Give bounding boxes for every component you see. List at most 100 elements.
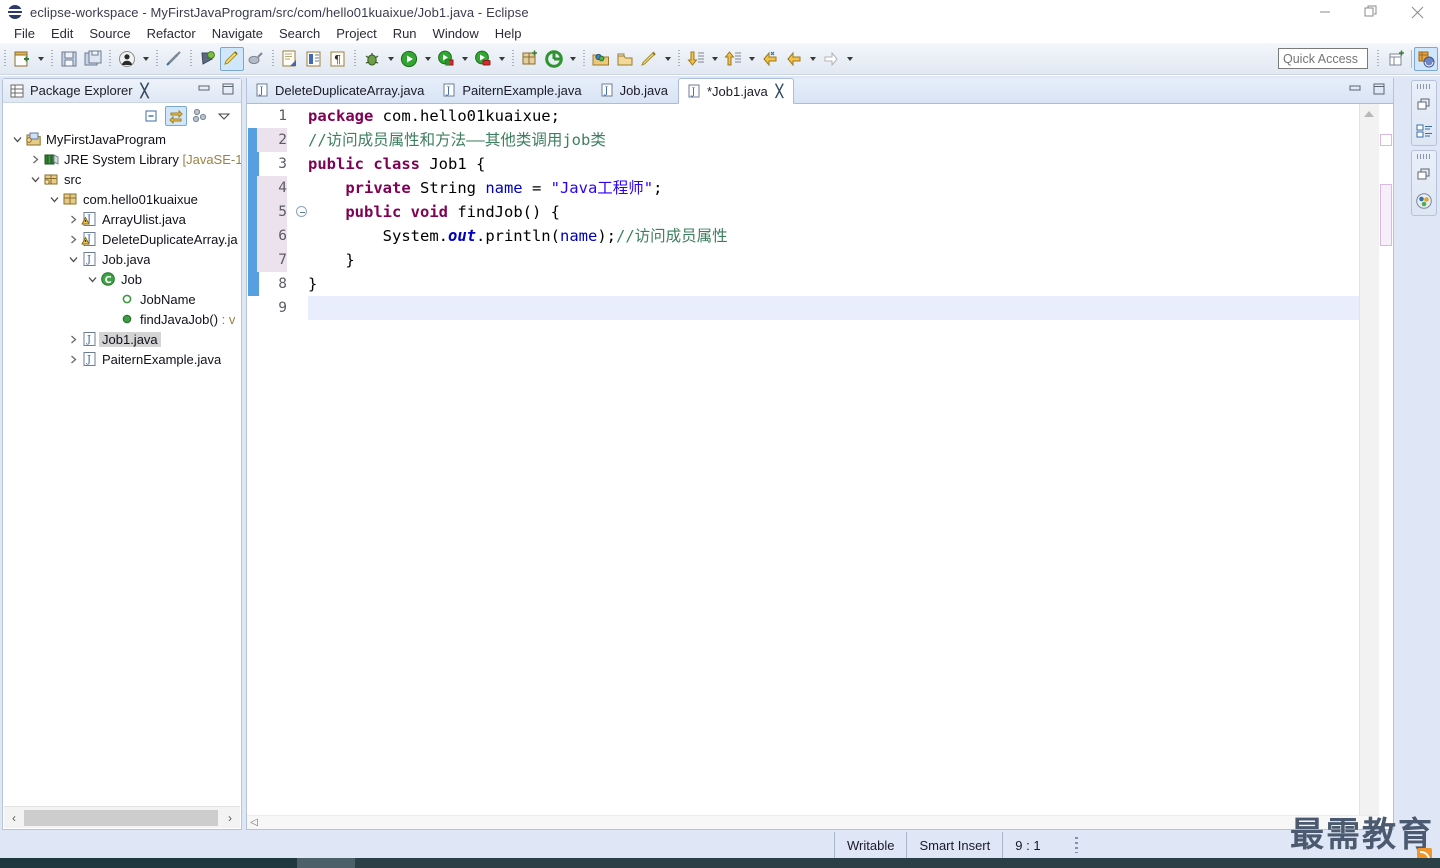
task-list-icon[interactable] xyxy=(1413,190,1435,212)
tree-item-job-class[interactable]: C Job xyxy=(3,269,241,289)
source-editor[interactable]: 1 2 3 4 5 6 7 8 9 package com.hello01kua… xyxy=(247,104,1393,829)
vscroll-marker[interactable] xyxy=(1380,134,1392,146)
drag-handle[interactable] xyxy=(1417,84,1431,89)
close-icon[interactable]: ╳ xyxy=(776,84,783,98)
previous-annotation-dropdown-icon[interactable] xyxy=(745,47,758,71)
link-with-editor-icon[interactable] xyxy=(165,105,187,126)
back-history-icon[interactable] xyxy=(758,47,782,71)
menu-window[interactable]: Window xyxy=(425,25,487,43)
status-resize-grip[interactable] xyxy=(1074,837,1078,853)
java-perspective-icon[interactable] xyxy=(1414,47,1438,71)
restore-icon[interactable] xyxy=(1413,164,1435,186)
maximize-restore-button[interactable] xyxy=(1348,0,1394,24)
hscroll-thumb[interactable] xyxy=(24,809,218,826)
fold-collapse-icon[interactable] xyxy=(296,206,307,217)
minimize-editor-icon[interactable] xyxy=(1348,83,1362,98)
chevron-down-icon[interactable] xyxy=(27,169,43,189)
chevron-down-icon[interactable] xyxy=(84,269,100,289)
open-box-icon[interactable] xyxy=(613,47,637,71)
scroll-left-icon[interactable]: ◁ xyxy=(247,817,261,828)
menu-source[interactable]: Source xyxy=(81,25,138,43)
project-tree[interactable]: MyFirstJavaProgram JRE System Library [J… xyxy=(3,129,241,793)
new-java-file-icon[interactable] xyxy=(278,47,302,71)
minimize-view-icon[interactable] xyxy=(197,83,211,98)
drag-handle[interactable] xyxy=(1417,154,1431,159)
new-perspective-icon[interactable] xyxy=(1385,47,1409,71)
person-dropdown-icon[interactable] xyxy=(139,47,152,71)
restore-icon[interactable] xyxy=(1413,94,1435,116)
pencil-gold-icon[interactable] xyxy=(637,47,661,71)
menu-help[interactable]: Help xyxy=(487,25,530,43)
menu-edit[interactable]: Edit xyxy=(43,25,81,43)
collapse-all-icon[interactable] xyxy=(141,106,163,126)
view-menu-icon[interactable] xyxy=(213,106,235,126)
save-icon[interactable] xyxy=(57,47,81,71)
chevron-down-icon[interactable] xyxy=(65,249,81,269)
tree-item-paiternexample-java[interactable]: J PaiternExample.java xyxy=(3,349,241,369)
view-menu-hierarchy-icon[interactable] xyxy=(189,106,211,126)
open-type-dropdown-icon[interactable] xyxy=(566,47,579,71)
package-explorer-hscrollbar[interactable]: ‹ › xyxy=(4,806,240,828)
run-dropdown-icon[interactable] xyxy=(421,47,434,71)
hscroll-track[interactable] xyxy=(24,809,220,826)
tree-item-arrayulist[interactable]: J ArrayUlist.java xyxy=(3,209,241,229)
save-all-icon[interactable] xyxy=(81,47,105,71)
editor-hscrollbar[interactable]: ◁ xyxy=(247,815,1379,829)
tree-item-src[interactable]: src xyxy=(3,169,241,189)
debug-dropdown-icon[interactable] xyxy=(384,47,397,71)
menu-project[interactable]: Project xyxy=(328,25,384,43)
overview-ruler[interactable] xyxy=(1359,104,1379,815)
maximize-view-icon[interactable] xyxy=(221,83,235,98)
coverage-dropdown-icon[interactable] xyxy=(495,47,508,71)
close-icon[interactable]: ╳ xyxy=(141,83,149,99)
list-panel-icon[interactable] xyxy=(302,47,326,71)
external-tools-dropdown-icon[interactable] xyxy=(458,47,471,71)
pencil-dropdown-icon[interactable] xyxy=(661,47,674,71)
tree-item-jobname-field[interactable]: JobName xyxy=(3,289,241,309)
editor-vscrollbar[interactable] xyxy=(1379,104,1393,815)
next-annotation-icon[interactable] xyxy=(684,47,708,71)
quick-access-input[interactable] xyxy=(1278,48,1368,69)
maximize-editor-icon[interactable] xyxy=(1372,83,1386,98)
new-package-icon[interactable] xyxy=(518,47,542,71)
link-break-icon[interactable] xyxy=(162,47,186,71)
folding-ruler[interactable] xyxy=(294,104,308,829)
tab-paiternexample[interactable]: J PaiternExample.java xyxy=(434,78,591,103)
tab-job1-active[interactable]: J *Job1.java ╳ xyxy=(678,78,794,104)
chevron-right-icon[interactable] xyxy=(65,349,81,369)
tree-item-findjavajob-method[interactable]: findJavaJob() : v xyxy=(3,309,241,329)
minimize-button[interactable] xyxy=(1302,0,1348,24)
person-icon[interactable] xyxy=(115,47,139,71)
tree-item-job-java[interactable]: J Job.java xyxy=(3,249,241,269)
new-wizard-icon[interactable] xyxy=(10,47,34,71)
close-button[interactable] xyxy=(1394,0,1440,24)
tree-item-deleteduplicatearray[interactable]: J DeleteDuplicateArray.ja xyxy=(3,229,241,249)
pin-refresh-icon[interactable] xyxy=(196,47,220,71)
menu-run[interactable]: Run xyxy=(385,25,425,43)
scroll-left-icon[interactable]: ‹ xyxy=(4,808,24,828)
back-arrow-icon[interactable] xyxy=(782,47,806,71)
code-text[interactable]: package com.hello01kuaixue; //访问成员属性和方法—… xyxy=(308,104,1359,815)
next-annotation-dropdown-icon[interactable] xyxy=(708,47,721,71)
run-coverage-icon[interactable] xyxy=(471,47,495,71)
tree-item-package[interactable]: com.hello01kuaixue xyxy=(3,189,241,209)
vscroll-thumb[interactable] xyxy=(1380,184,1392,246)
marker-highlight-icon[interactable] xyxy=(220,46,244,71)
tree-item-jre-library[interactable]: JRE System Library [JavaSE-1. xyxy=(3,149,241,169)
chevron-right-icon[interactable] xyxy=(65,229,81,249)
tree-item-project[interactable]: MyFirstJavaProgram xyxy=(3,129,241,149)
menu-refactor[interactable]: Refactor xyxy=(139,25,204,43)
new-wizard-dropdown-icon[interactable] xyxy=(34,47,47,71)
open-type-green-icon[interactable] xyxy=(542,47,566,71)
forward-arrow-icon[interactable] xyxy=(819,47,843,71)
open-folder-icon[interactable] xyxy=(589,47,613,71)
run-external-tools-icon[interactable] xyxy=(434,47,458,71)
chevron-right-icon[interactable] xyxy=(27,149,43,169)
chevron-down-icon[interactable] xyxy=(46,189,62,209)
chevron-down-icon[interactable] xyxy=(9,129,25,149)
chevron-right-icon[interactable] xyxy=(65,329,81,349)
outline-view-icon[interactable] xyxy=(1413,120,1435,142)
menu-navigate[interactable]: Navigate xyxy=(204,25,271,43)
previous-annotation-icon[interactable] xyxy=(721,47,745,71)
bug-debug-icon[interactable] xyxy=(360,47,384,71)
